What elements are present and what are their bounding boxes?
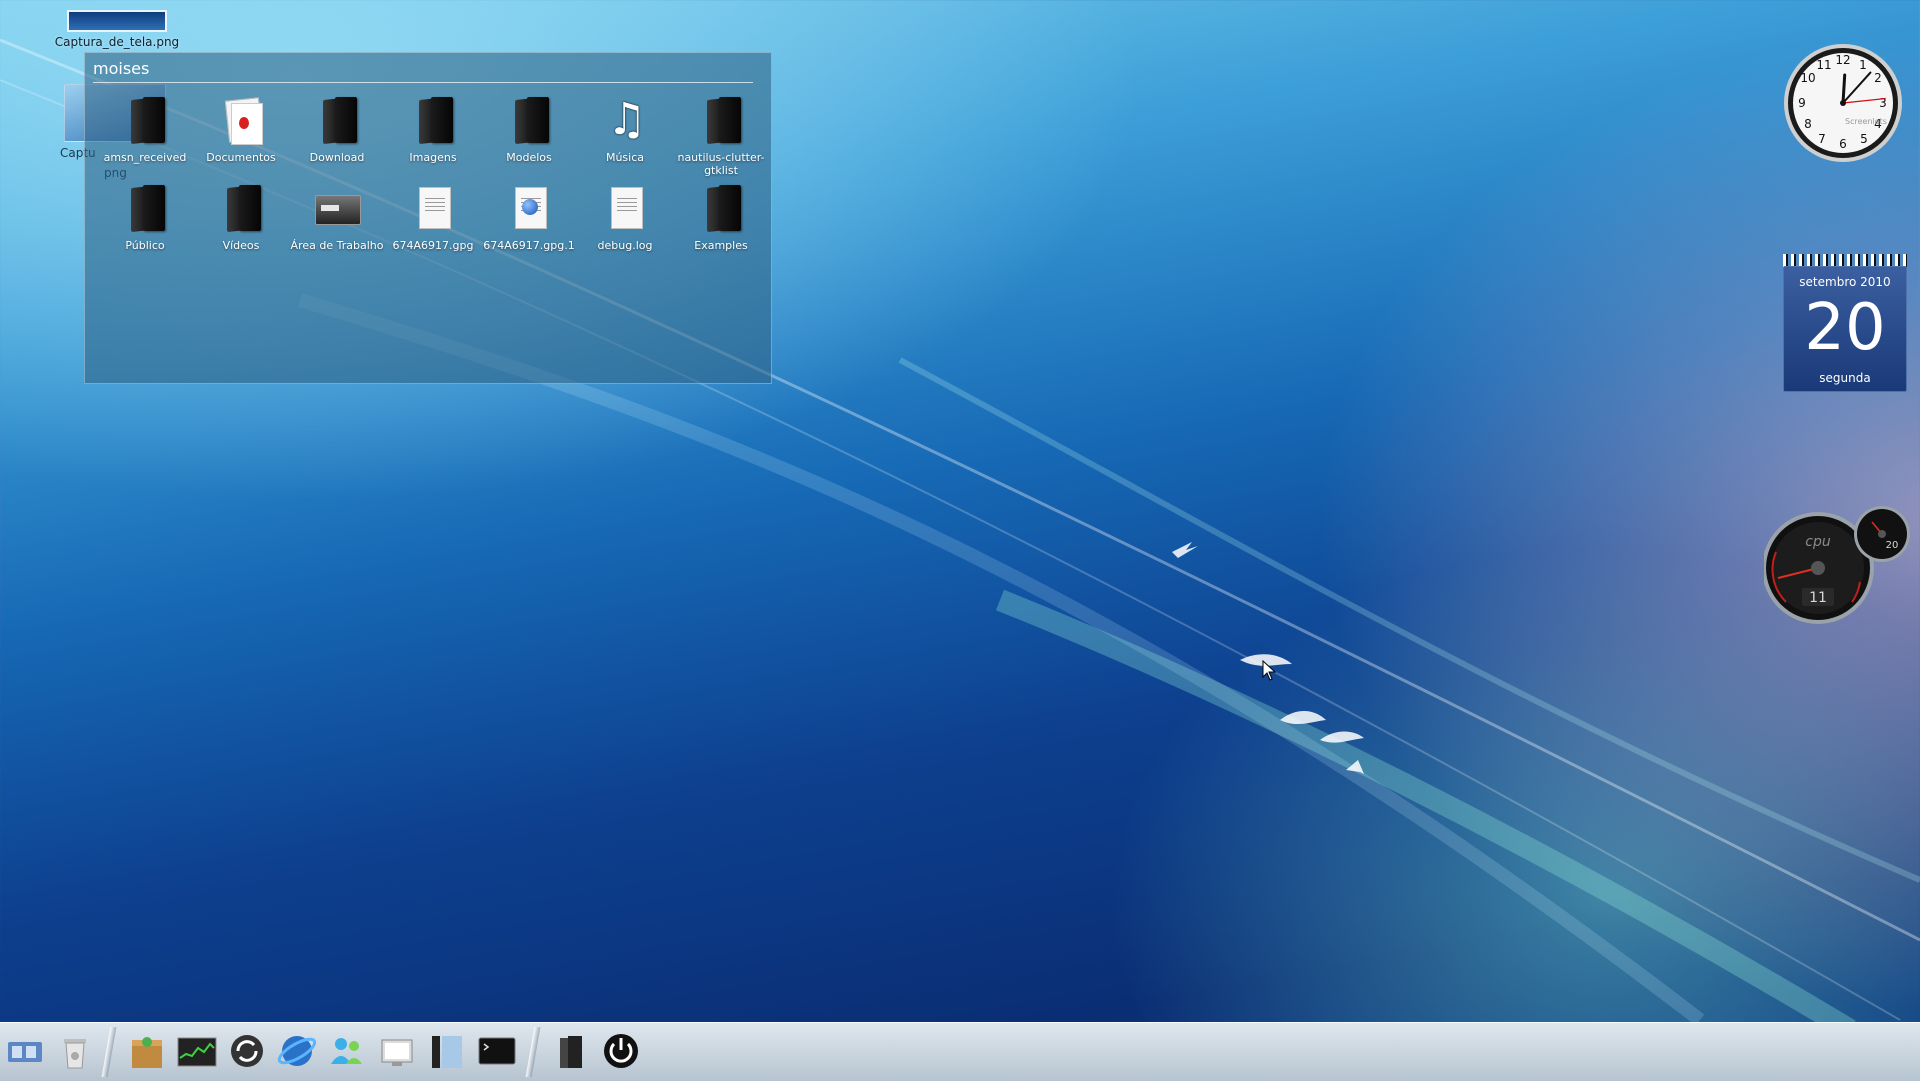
power-icon[interactable]: [600, 1030, 642, 1072]
item-label: Público: [125, 239, 165, 252]
trash-icon[interactable]: [54, 1030, 96, 1072]
item-label: Imagens: [409, 151, 457, 164]
display-icon[interactable]: [376, 1030, 418, 1072]
folder-item[interactable]: Imagens: [385, 95, 481, 177]
cpu-value: 11: [1809, 590, 1827, 606]
item-label: nautilus-clutter-gtklist: [677, 151, 765, 177]
folder-item[interactable]: Público: [97, 183, 193, 252]
folder-icon[interactable]: [550, 1030, 592, 1072]
calendar-day: 20: [1804, 291, 1886, 365]
cpu-gauge-widget[interactable]: cpu 11 20: [1764, 502, 1914, 626]
title-divider: [93, 82, 753, 83]
folder-item[interactable]: ♫ Música: [577, 95, 673, 177]
mouse-pointer-icon: [1262, 660, 1277, 681]
file-item[interactable]: debug.log: [577, 183, 673, 252]
item-label: Download: [309, 151, 365, 164]
svg-text:11: 11: [1816, 58, 1831, 72]
bird-decoration: [1172, 542, 1364, 774]
item-label: amsn_received: [103, 151, 187, 164]
cpu-label: cpu: [1805, 534, 1831, 550]
folder-item[interactable]: Modelos: [481, 95, 577, 177]
file-item[interactable]: 674A6917.gpg.1: [481, 183, 577, 252]
folder-icon: [505, 95, 553, 149]
web-file-icon: [505, 183, 553, 237]
svg-text:6: 6: [1839, 137, 1847, 151]
package-icon[interactable]: [126, 1030, 168, 1072]
item-label: 674A6917.gpg.1: [483, 239, 575, 252]
folder-item[interactable]: nautilus-clutter-gtklist: [673, 95, 769, 177]
hour-hand: [1841, 73, 1847, 105]
terminal-icon[interactable]: [476, 1030, 518, 1072]
update-icon[interactable]: [226, 1030, 268, 1072]
folder-icon: [121, 183, 169, 237]
calendar-month: setembro 2010: [1799, 275, 1891, 289]
folder-item[interactable]: amsn_received: [97, 95, 193, 177]
folder-item[interactable]: Documentos: [193, 95, 289, 177]
sub-gauge-value: 20: [1886, 540, 1899, 551]
folder-icon: [313, 95, 361, 149]
folder-icon: [409, 95, 457, 149]
folder-item[interactable]: Vídeos: [193, 183, 289, 252]
folder-icon: [217, 183, 265, 237]
item-label: Música: [605, 151, 645, 164]
item-label: Modelos: [506, 151, 552, 164]
text-file-icon: [601, 183, 649, 237]
item-label: debug.log: [597, 239, 653, 252]
system-monitor-icon[interactable]: [176, 1030, 218, 1072]
item-label: Área de Trabalho: [290, 239, 384, 252]
folder-item[interactable]: Examples: [673, 183, 769, 252]
folder-icon: [121, 95, 169, 149]
folder-item[interactable]: Área de Trabalho: [289, 183, 385, 252]
svg-text:5: 5: [1860, 132, 1868, 146]
home-folder-icon[interactable]: [4, 1030, 46, 1072]
svg-text:2: 2: [1874, 71, 1882, 85]
file-manager-icon[interactable]: [426, 1030, 468, 1072]
browser-icon[interactable]: [276, 1030, 318, 1072]
item-label: 674A6917.gpg: [392, 239, 474, 252]
desktop-icon: [313, 183, 361, 237]
folder-icon: [697, 183, 745, 237]
music-icon: ♫: [607, 94, 647, 145]
folder-icon: [697, 95, 745, 149]
desktop-file-icon[interactable]: Captura_de_tela.png: [52, 10, 182, 49]
folder-grid: amsn_received Documentos Download Imagen…: [97, 95, 769, 253]
folder-item[interactable]: Download: [289, 95, 385, 177]
text-file-icon: [409, 183, 457, 237]
folder-view-panel: moises amsn_received Documentos Download…: [84, 52, 772, 384]
item-label: Examples: [694, 239, 748, 252]
svg-text:7: 7: [1818, 132, 1826, 146]
clock-widget[interactable]: 12 12 345 678 91011 Screenlets: [1782, 42, 1904, 164]
panel-title: moises: [93, 59, 150, 78]
svg-text:1: 1: [1859, 58, 1867, 72]
dock-bar: [0, 1022, 1920, 1081]
clock-brand: Screenlets: [1845, 117, 1887, 126]
desktop-file-label: Captura_de_tela.png: [54, 35, 180, 49]
calendar-body: setembro 2010 20 segunda: [1783, 266, 1907, 392]
messenger-icon[interactable]: [326, 1030, 368, 1072]
svg-text:10: 10: [1800, 71, 1815, 85]
documents-icon: [217, 95, 265, 149]
svg-text:12: 12: [1835, 53, 1850, 67]
svg-text:8: 8: [1804, 117, 1812, 131]
calendar-widget[interactable]: setembro 2010 20 segunda: [1783, 254, 1907, 392]
image-thumbnail-icon: [67, 10, 167, 32]
svg-text:9: 9: [1798, 96, 1806, 110]
dock-separator: [101, 1027, 117, 1077]
item-label: Vídeos: [222, 239, 260, 252]
calendar-weekday: segunda: [1819, 371, 1871, 385]
item-label: Documentos: [206, 151, 276, 164]
file-item[interactable]: 674A6917.gpg: [385, 183, 481, 252]
dock-separator: [525, 1027, 541, 1077]
